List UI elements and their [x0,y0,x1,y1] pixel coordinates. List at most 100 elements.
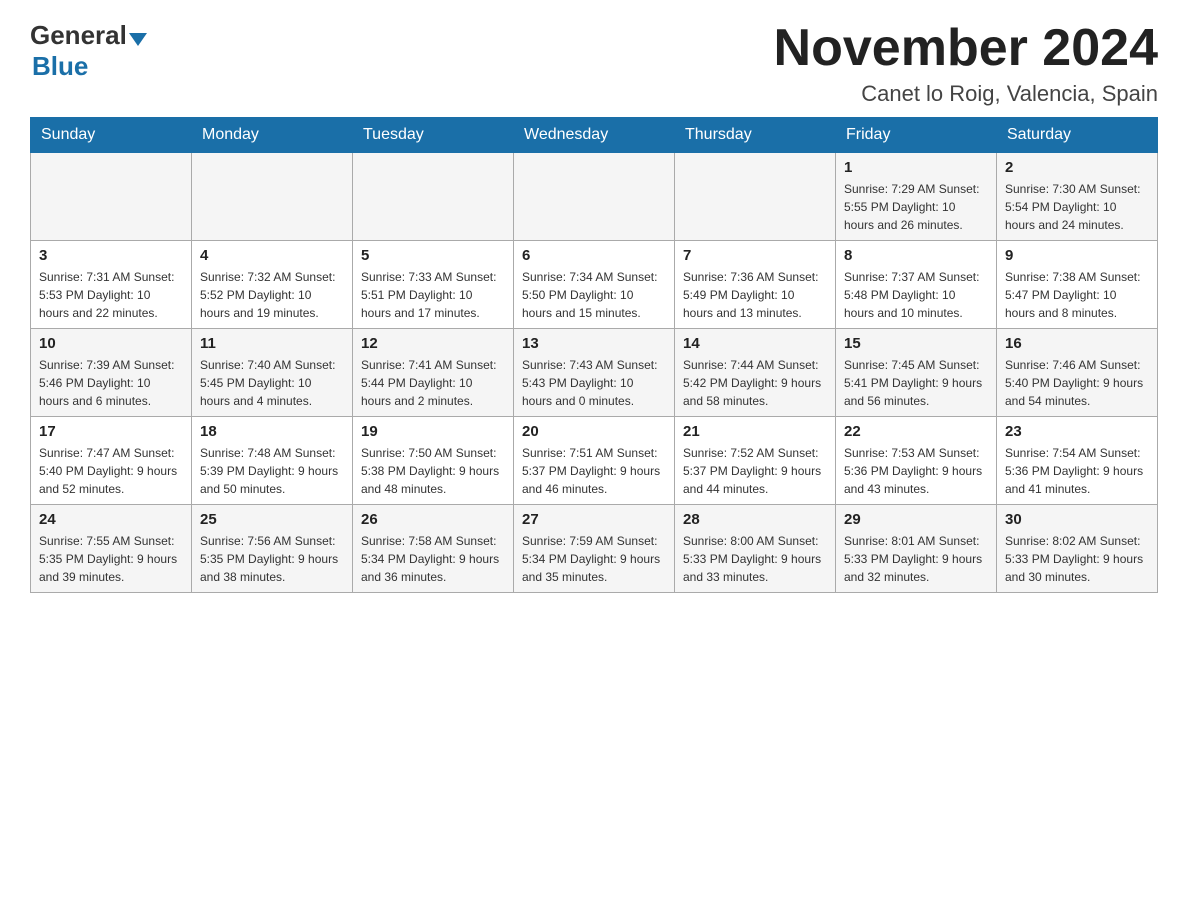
day-info: Sunrise: 7:51 AM Sunset: 5:37 PM Dayligh… [522,444,666,498]
day-number: 16 [1005,335,1149,352]
title-section: November 2024 Canet lo Roig, Valencia, S… [774,20,1158,107]
day-number: 8 [844,247,988,264]
calendar-cell: 19Sunrise: 7:50 AM Sunset: 5:38 PM Dayli… [353,417,514,505]
calendar-cell: 2 Sunrise: 7:30 AM Sunset: 5:54 PM Daylig… [997,153,1158,241]
column-header-friday: Friday [836,118,997,153]
calendar-cell [675,153,836,241]
page-header: General Blue November 2024 Canet lo Roig… [30,20,1158,107]
calendar-cell: 1 Sunrise: 7:29 AM Sunset: 5:55 PM Daylig… [836,153,997,241]
day-info: Sunrise: 7:58 AM Sunset: 5:34 PM Dayligh… [361,532,505,586]
calendar-cell: 27 Sunrise: 7:59 AM Sunset: 5:34 PM Dayli… [514,505,675,593]
day-number: 20 [522,423,666,440]
calendar-cell: 6 Sunrise: 7:34 AM Sunset: 5:50 PM Daylig… [514,241,675,329]
calendar-cell: 5 Sunrise: 7:33 AM Sunset: 5:51 PM Daylig… [353,241,514,329]
calendar-cell: 9 Sunrise: 7:38 AM Sunset: 5:47 PM Daylig… [997,241,1158,329]
calendar-week-row: 1 Sunrise: 7:29 AM Sunset: 5:55 PM Daylig… [31,153,1158,241]
day-number: 27 [522,511,666,528]
day-info: Sunrise: 7:38 AM Sunset: 5:47 PM Dayligh… [1005,268,1149,322]
calendar-cell: 26 Sunrise: 7:58 AM Sunset: 5:34 PM Dayli… [353,505,514,593]
day-info: Sunrise: 7:41 AM Sunset: 5:44 PM Dayligh… [361,356,505,410]
calendar-cell [31,153,192,241]
day-number: 22 [844,423,988,440]
day-number: 14 [683,335,827,352]
logo-general-text: General [30,20,127,51]
calendar-cell: 11Sunrise: 7:40 AM Sunset: 5:45 PM Dayli… [192,329,353,417]
calendar-cell: 20 Sunrise: 7:51 AM Sunset: 5:37 PM Dayli… [514,417,675,505]
logo-blue-text: Blue [32,51,88,82]
day-info: Sunrise: 7:40 AM Sunset: 5:45 PM Dayligh… [200,356,344,410]
day-info: Sunrise: 7:46 AM Sunset: 5:40 PM Dayligh… [1005,356,1149,410]
calendar-cell: 7 Sunrise: 7:36 AM Sunset: 5:49 PM Daylig… [675,241,836,329]
day-info: Sunrise: 7:31 AM Sunset: 5:53 PM Dayligh… [39,268,183,322]
day-info: Sunrise: 7:47 AM Sunset: 5:40 PM Dayligh… [39,444,183,498]
column-header-sunday: Sunday [31,118,192,153]
calendar-cell: 28 Sunrise: 8:00 AM Sunset: 5:33 PM Dayli… [675,505,836,593]
day-number: 19 [361,423,505,440]
calendar-cell: 16 Sunrise: 7:46 AM Sunset: 5:40 PM Dayli… [997,329,1158,417]
day-info: Sunrise: 7:48 AM Sunset: 5:39 PM Dayligh… [200,444,344,498]
calendar-week-row: 10 Sunrise: 7:39 AM Sunset: 5:46 PM Dayli… [31,329,1158,417]
calendar-cell [353,153,514,241]
logo-arrow-icon [129,33,147,46]
day-number: 1 [844,159,988,176]
day-info: Sunrise: 7:30 AM Sunset: 5:54 PM Dayligh… [1005,180,1149,234]
day-info: Sunrise: 8:00 AM Sunset: 5:33 PM Dayligh… [683,532,827,586]
calendar-cell: 12 Sunrise: 7:41 AM Sunset: 5:44 PM Dayli… [353,329,514,417]
day-info: Sunrise: 8:01 AM Sunset: 5:33 PM Dayligh… [844,532,988,586]
day-number: 10 [39,335,183,352]
day-number: 28 [683,511,827,528]
day-number: 29 [844,511,988,528]
calendar-cell: 14 Sunrise: 7:44 AM Sunset: 5:42 PM Dayli… [675,329,836,417]
day-info: Sunrise: 7:29 AM Sunset: 5:55 PM Dayligh… [844,180,988,234]
day-number: 30 [1005,511,1149,528]
day-number: 6 [522,247,666,264]
day-info: Sunrise: 7:32 AM Sunset: 5:52 PM Dayligh… [200,268,344,322]
calendar-table: SundayMondayTuesdayWednesdayThursdayFrid… [30,117,1158,593]
day-number: 4 [200,247,344,264]
calendar-cell: 30 Sunrise: 8:02 AM Sunset: 5:33 PM Dayli… [997,505,1158,593]
day-info: Sunrise: 7:34 AM Sunset: 5:50 PM Dayligh… [522,268,666,322]
day-number: 3 [39,247,183,264]
day-info: Sunrise: 7:53 AM Sunset: 5:36 PM Dayligh… [844,444,988,498]
day-number: 2 [1005,159,1149,176]
month-title: November 2024 [774,20,1158,77]
calendar-cell: 25Sunrise: 7:56 AM Sunset: 5:35 PM Dayli… [192,505,353,593]
day-number: 24 [39,511,183,528]
day-info: Sunrise: 7:33 AM Sunset: 5:51 PM Dayligh… [361,268,505,322]
column-header-tuesday: Tuesday [353,118,514,153]
day-info: Sunrise: 7:44 AM Sunset: 5:42 PM Dayligh… [683,356,827,410]
logo: General Blue [30,20,147,82]
column-header-thursday: Thursday [675,118,836,153]
day-info: Sunrise: 7:39 AM Sunset: 5:46 PM Dayligh… [39,356,183,410]
day-number: 18 [200,423,344,440]
day-info: Sunrise: 7:54 AM Sunset: 5:36 PM Dayligh… [1005,444,1149,498]
calendar-cell [514,153,675,241]
day-number: 17 [39,423,183,440]
calendar-cell: 18 Sunrise: 7:48 AM Sunset: 5:39 PM Dayli… [192,417,353,505]
day-info: Sunrise: 7:37 AM Sunset: 5:48 PM Dayligh… [844,268,988,322]
day-info: Sunrise: 7:45 AM Sunset: 5:41 PM Dayligh… [844,356,988,410]
day-number: 9 [1005,247,1149,264]
day-info: Sunrise: 7:56 AM Sunset: 5:35 PM Dayligh… [200,532,344,586]
day-info: Sunrise: 8:02 AM Sunset: 5:33 PM Dayligh… [1005,532,1149,586]
calendar-cell: 3 Sunrise: 7:31 AM Sunset: 5:53 PM Daylig… [31,241,192,329]
calendar-cell: 13Sunrise: 7:43 AM Sunset: 5:43 PM Dayli… [514,329,675,417]
day-number: 12 [361,335,505,352]
column-header-monday: Monday [192,118,353,153]
calendar-header-row: SundayMondayTuesdayWednesdayThursdayFrid… [31,118,1158,153]
calendar-cell: 22 Sunrise: 7:53 AM Sunset: 5:36 PM Dayli… [836,417,997,505]
calendar-cell: 21Sunrise: 7:52 AM Sunset: 5:37 PM Dayli… [675,417,836,505]
day-number: 23 [1005,423,1149,440]
day-number: 7 [683,247,827,264]
calendar-cell: 10 Sunrise: 7:39 AM Sunset: 5:46 PM Dayli… [31,329,192,417]
calendar-cell: 15Sunrise: 7:45 AM Sunset: 5:41 PM Dayli… [836,329,997,417]
day-number: 26 [361,511,505,528]
calendar-cell: 24Sunrise: 7:55 AM Sunset: 5:35 PM Dayli… [31,505,192,593]
day-info: Sunrise: 7:59 AM Sunset: 5:34 PM Dayligh… [522,532,666,586]
calendar-cell: 23 Sunrise: 7:54 AM Sunset: 5:36 PM Dayli… [997,417,1158,505]
calendar-cell: 8 Sunrise: 7:37 AM Sunset: 5:48 PM Daylig… [836,241,997,329]
calendar-cell: 17 Sunrise: 7:47 AM Sunset: 5:40 PM Dayli… [31,417,192,505]
day-info: Sunrise: 7:36 AM Sunset: 5:49 PM Dayligh… [683,268,827,322]
calendar-week-row: 24Sunrise: 7:55 AM Sunset: 5:35 PM Dayli… [31,505,1158,593]
day-number: 5 [361,247,505,264]
